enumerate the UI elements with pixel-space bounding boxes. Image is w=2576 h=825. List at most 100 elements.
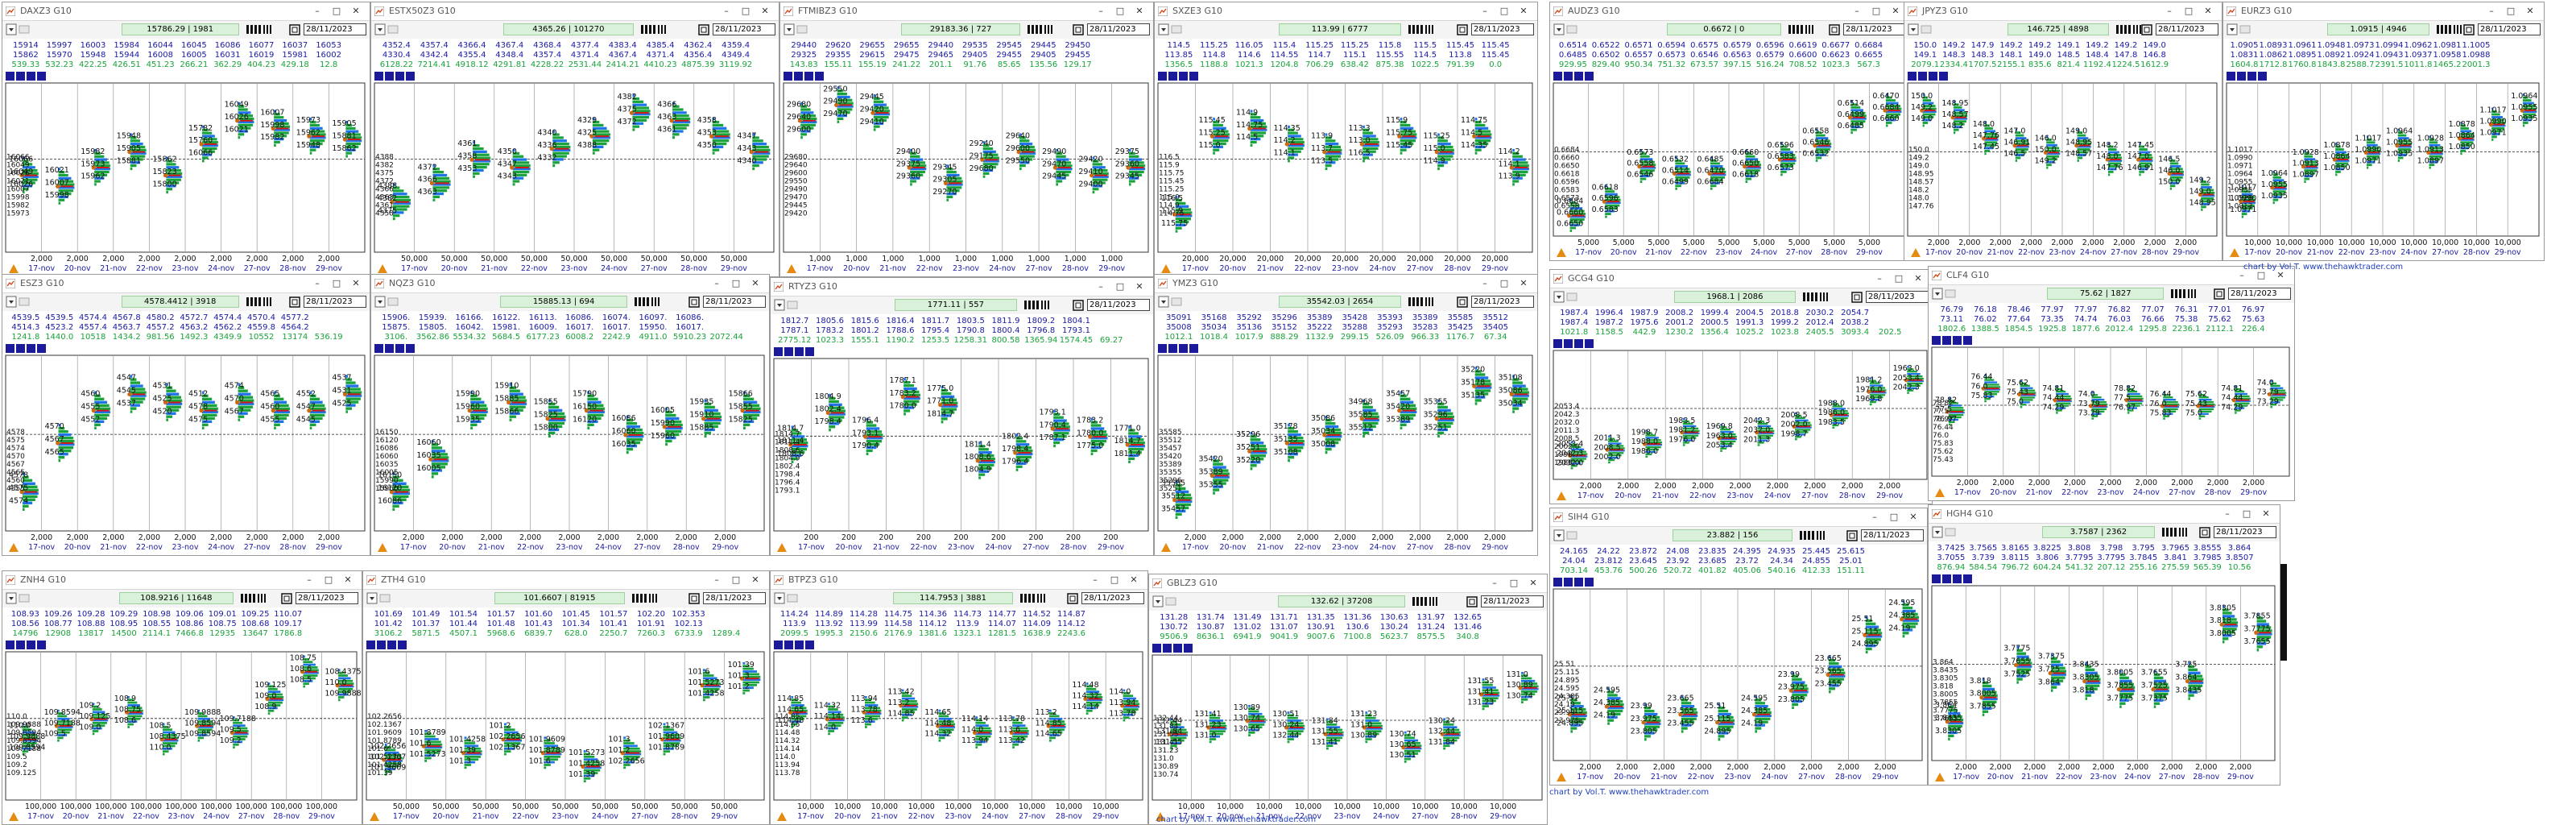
calendar-icon[interactable] <box>1846 529 1858 541</box>
calendar-icon[interactable] <box>2463 23 2475 35</box>
quote-field[interactable]: 132.62 | 37208 <box>1278 595 1406 607</box>
calendar-icon[interactable] <box>1073 299 1084 311</box>
warning-icon[interactable] <box>1557 773 1566 781</box>
close-button[interactable]: ✕ <box>2523 4 2537 19</box>
chart-window-jpyz3[interactable]: JPYZ3 G10– □ ✕ 146.725 | 4898 28/11/2023 150.… <box>1904 2 2222 261</box>
maximize-button[interactable]: □ <box>1869 4 1883 19</box>
warning-icon[interactable] <box>1161 543 1171 552</box>
bars-icon[interactable] <box>1023 299 1054 311</box>
dropdown-icon[interactable] <box>1152 595 1164 607</box>
close-button[interactable]: ✕ <box>1516 276 1531 291</box>
date-field[interactable]: 28/11/2023 <box>703 592 766 604</box>
close-button[interactable]: ✕ <box>349 276 363 291</box>
quote-field[interactable]: 15885.13 | 694 <box>500 296 628 308</box>
close-button[interactable]: ✕ <box>1526 576 1540 591</box>
warning-icon[interactable] <box>777 812 787 821</box>
minimize-button[interactable]: – <box>302 573 316 587</box>
chart-window-btpz3[interactable]: BTPZ3 G10– □ ✕ 114.7953 | 3881 28/11/2023 114… <box>770 570 1148 825</box>
minimize-button[interactable]: – <box>1487 576 1502 591</box>
close-button[interactable]: ✕ <box>2259 507 2273 521</box>
chart-window-ftmibz3[interactable]: FTMIBZ3 G10– □ ✕ 29183.36 | 727 28/11/2023 29… <box>779 2 1154 277</box>
calendar-icon[interactable] <box>281 592 292 604</box>
calendar-icon[interactable] <box>1457 296 1468 308</box>
dropdown-icon[interactable] <box>774 299 785 311</box>
bars-icon[interactable] <box>1412 595 1442 607</box>
quote-field[interactable]: 0.6672 | 0 <box>1666 23 1782 35</box>
bars-icon[interactable] <box>634 296 664 308</box>
minimize-button[interactable]: – <box>310 276 325 291</box>
date-field[interactable]: 28/11/2023 <box>703 296 766 308</box>
bars-icon[interactable] <box>2436 23 2466 35</box>
date-field[interactable]: 28/11/2023 <box>296 592 358 604</box>
warning-icon[interactable] <box>9 543 19 552</box>
bars-icon[interactable] <box>2170 288 2201 300</box>
close-button[interactable]: ✕ <box>1516 4 1531 19</box>
chart-window-gcg4[interactable]: GCG4 G10– □ ✕ 1968.1 | 2086 28/11/2023 1987.4… <box>1549 269 1933 504</box>
quote-field[interactable]: 1.0915 | 4946 <box>2326 23 2430 35</box>
dropdown-icon[interactable] <box>6 592 17 604</box>
close-button[interactable]: ✕ <box>1132 280 1147 294</box>
date-field[interactable]: 28/11/2023 <box>1843 23 1906 35</box>
date-field[interactable]: 28/11/2023 <box>1471 23 1534 35</box>
quote-field[interactable]: 1771.11 | 557 <box>894 299 1017 311</box>
minimize-button[interactable]: – <box>719 4 734 19</box>
quote-field[interactable]: 101.6607 | 81915 <box>494 592 625 604</box>
calendar-icon[interactable] <box>1073 23 1084 35</box>
chart-window-daxz3[interactable]: DAXZ3 G10– □ ✕ 15786.29 | 1981 28/11/2023 159… <box>2 2 370 277</box>
chart-window-ymz3[interactable]: YMZ3 G10– □ ✕ 35542.03 | 2654 28/11/2023 3509… <box>1154 274 1538 556</box>
maximize-button[interactable]: □ <box>329 276 344 291</box>
maximize-button[interactable]: □ <box>1892 272 1906 286</box>
bars-icon[interactable] <box>1019 592 1050 604</box>
dropdown-icon[interactable] <box>774 592 785 604</box>
close-button[interactable]: ✕ <box>1906 510 1921 524</box>
warning-icon[interactable] <box>777 543 787 552</box>
quote-field[interactable]: 23.882 | 156 <box>1672 529 1793 541</box>
minimize-button[interactable]: – <box>1478 276 1492 291</box>
bars-icon[interactable] <box>246 23 276 35</box>
warning-icon[interactable] <box>9 812 19 821</box>
footer-credit-gblz3[interactable]: chart by Vol.T. www.thehawktrader.com <box>1156 815 1316 824</box>
chart-window-audz3[interactable]: AUDZ3 G10– □ ✕ 0.6672 | 0 28/11/2023 0.6514 0.… <box>1549 2 1910 261</box>
chart-window-gblz3[interactable]: GBLZ3 G10– □ ✕ 132.62 | 37208 28/11/2023 131.… <box>1148 574 1548 825</box>
dropdown-icon[interactable] <box>784 23 795 35</box>
date-field[interactable]: 28/11/2023 <box>304 296 366 308</box>
maximize-button[interactable]: □ <box>1107 573 1122 587</box>
warning-icon[interactable] <box>9 264 19 273</box>
minimize-button[interactable]: – <box>2484 4 2499 19</box>
chart-window-clf4[interactable]: CLF4 G10– □ ✕ 75.62 | 1827 28/11/2023 76.79 76… <box>1928 266 2295 501</box>
chart-window-nqz3[interactable]: NQZ3 G10– □ ✕ 15885.13 | 694 28/11/2023 15906… <box>370 274 770 556</box>
calendar-icon[interactable] <box>688 296 700 308</box>
chart-window-sxze3[interactable]: SXZE3 G10– □ ✕ 113.99 | 6777 28/11/2023 114.5… <box>1154 2 1538 277</box>
date-field[interactable]: 28/11/2023 <box>1087 23 1150 35</box>
warning-icon[interactable] <box>1161 264 1171 273</box>
date-field[interactable]: 28/11/2023 <box>1081 592 1144 604</box>
quote-field[interactable]: 75.62 | 1827 <box>2047 288 2165 300</box>
close-button[interactable]: ✕ <box>1127 573 1141 587</box>
dropdown-icon[interactable] <box>1158 23 1169 35</box>
dropdown-icon[interactable] <box>6 296 17 308</box>
quote-field[interactable]: 146.725 | 4898 <box>2007 23 2109 35</box>
calendar-icon[interactable] <box>1829 23 1840 35</box>
date-field[interactable]: 28/11/2023 <box>2156 23 2218 35</box>
calendar-icon[interactable] <box>2199 526 2210 538</box>
minimize-button[interactable]: – <box>709 276 724 291</box>
quote-field[interactable]: 108.9216 | 11648 <box>118 592 234 604</box>
chart-window-stxz3[interactable]: ESTX50Z3 G10– □ ✕ 4365.26 | 101270 28/11/202… <box>370 2 779 277</box>
bars-icon[interactable] <box>1799 529 1830 541</box>
close-button[interactable]: ✕ <box>758 4 772 19</box>
close-button[interactable]: ✕ <box>2201 4 2215 19</box>
date-field[interactable]: 28/11/2023 <box>1087 299 1150 311</box>
close-button[interactable]: ✕ <box>748 573 763 587</box>
date-field[interactable]: 28/11/2023 <box>2214 526 2276 538</box>
maximize-button[interactable]: □ <box>1497 276 1511 291</box>
warning-icon[interactable] <box>787 264 796 273</box>
minimize-button[interactable]: – <box>1094 4 1108 19</box>
maximize-button[interactable]: □ <box>321 573 336 587</box>
dropdown-icon[interactable] <box>6 23 17 35</box>
minimize-button[interactable]: – <box>1867 510 1882 524</box>
maximize-button[interactable]: □ <box>329 4 344 19</box>
minimize-button[interactable]: – <box>2220 507 2235 521</box>
minimize-button[interactable]: – <box>1094 280 1108 294</box>
warning-icon[interactable] <box>1935 488 1945 497</box>
date-field[interactable]: 28/11/2023 <box>1481 595 1544 607</box>
